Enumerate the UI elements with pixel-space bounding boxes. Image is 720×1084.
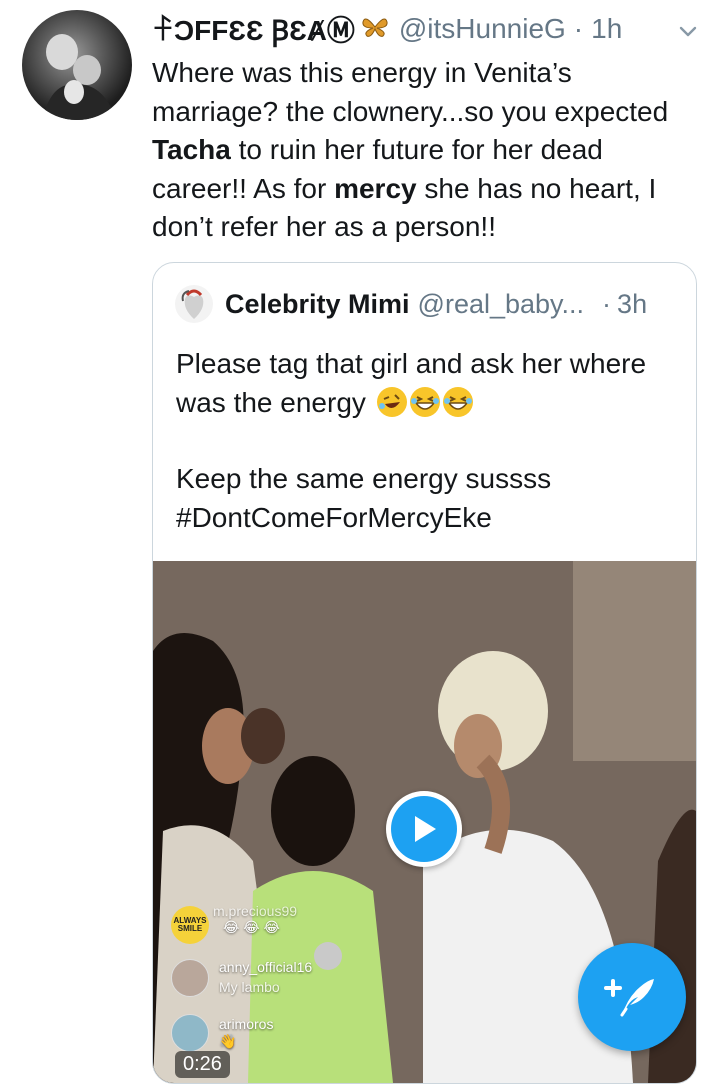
quoted-tweet-header: Celebrity Mimi @real_baby... · 3h [175, 285, 674, 323]
always-smile-badge: ALWAYS SMILE [171, 906, 209, 944]
grinning-squinting-icon [442, 386, 473, 417]
video-comment-user: arimoros [219, 1016, 274, 1032]
author-avatar[interactable] [22, 10, 132, 120]
grinning-squinting-icon [409, 386, 440, 417]
compose-tweet-button[interactable] [578, 943, 686, 1051]
compose-feather-icon [604, 967, 660, 1028]
play-button[interactable] [386, 791, 462, 867]
quoted-tweet-time[interactable]: 3h [617, 289, 647, 320]
commenter-avatar [171, 1014, 209, 1052]
author-display-name[interactable]: ꊰƆFFƐƐ ꞴƐȺⓂ [152, 9, 355, 49]
video-comment-user: anny_official16 [219, 959, 313, 975]
video-comment-text: My lambo [219, 979, 280, 995]
quoted-line2: Keep the same energy sussss [176, 463, 552, 494]
hashtag-link[interactable]: #DontComeForMercyEke [176, 499, 676, 538]
video-duration: 0:26 [175, 1051, 230, 1078]
tweet-text-bold-mercy: mercy [334, 172, 417, 204]
commenter-avatar [171, 959, 209, 997]
quoted-display-name[interactable]: Celebrity Mimi [225, 289, 410, 320]
play-icon [391, 796, 457, 862]
tweet-text-bold-tacha: Tacha [152, 134, 231, 165]
quoted-header-separator: · [602, 288, 612, 319]
rolling-on-floor-laughing-icon [376, 386, 407, 417]
butterfly-icon [361, 14, 389, 45]
chevron-down-icon[interactable] [676, 18, 700, 42]
header-separator: · [573, 13, 584, 44]
tweet-text-part: Where was this energy in Venita’s marria… [152, 57, 669, 127]
tweet-text: Where was this energy in Venita’s marria… [152, 54, 702, 247]
author-handle[interactable]: @itsHunnieG [399, 13, 566, 45]
quoted-handle[interactable]: @real_baby... [418, 289, 585, 320]
video-comment-text: 😂 😂 😂 [223, 919, 280, 935]
quoted-tweet-text: Please tag that girl and ask her where w… [176, 345, 676, 537]
video-comment-text: 👋 [219, 1033, 237, 1049]
quoted-author-avatar [175, 285, 213, 323]
tweet-time[interactable]: 1h [591, 13, 622, 45]
tweet-header: ꊰƆFFƐƐ ꞴƐȺⓂ @itsHunnieG · 1h [152, 12, 700, 46]
video-comment-user: m.precious99 [213, 903, 298, 919]
